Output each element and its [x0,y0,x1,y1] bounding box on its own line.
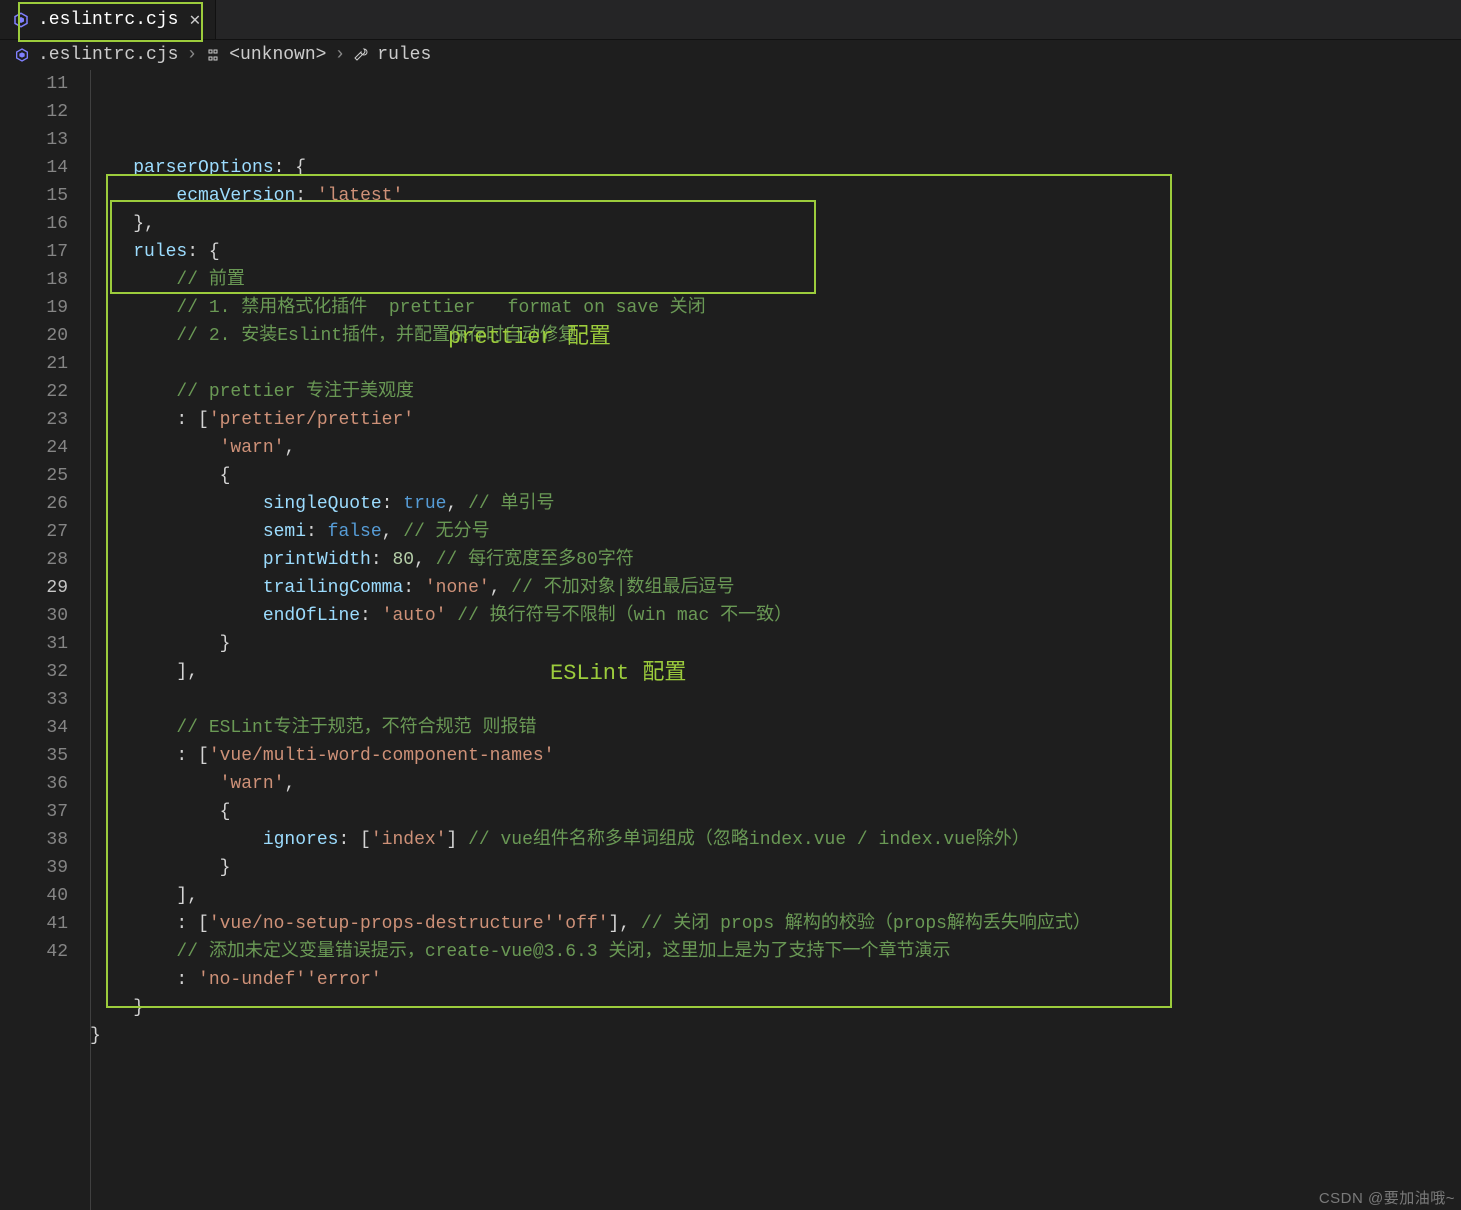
code-line-33: 'warn', [90,770,1461,798]
line-number: 34 [0,714,68,742]
line-number: 23 [0,406,68,434]
line-number: 22 [0,378,68,406]
code-line-34: { [90,798,1461,826]
line-number: 39 [0,854,68,882]
line-number: 36 [0,770,68,798]
chevron-right-icon: › [186,45,197,65]
line-number: 38 [0,826,68,854]
line-number: 24 [0,434,68,462]
line-number: 35 [0,742,68,770]
breadcrumb-prop[interactable]: rules [377,45,431,65]
annotation-eslint-label: ESLint 配置 [550,654,686,686]
line-number: 14 [0,154,68,182]
code-line-13: }, [90,210,1461,238]
code-line-26: trailingComma: 'none', // 不加对象|数组最后逗号 [90,574,1461,602]
code-line-12: ecmaVersion: 'latest' [90,182,1461,210]
line-number: 21 [0,350,68,378]
line-number: 12 [0,98,68,126]
code-line-17: // 2. 安装Eslint插件，并配置保存时自动修复 [90,322,1461,350]
code-line-30 [90,686,1461,714]
code-line-39: // 添加未定义变量错误提示，create-vue@3.6.3 关闭，这里加上是… [90,938,1461,966]
breadcrumb-scope[interactable]: <unknown> [229,45,326,65]
line-number: 16 [0,210,68,238]
annotation-prettier-label: prettier 配置 [448,318,611,350]
code-area[interactable]: parserOptions: { ecmaVersion: 'latest' }… [90,70,1461,1210]
line-number: 15 [0,182,68,210]
close-icon[interactable]: ✕ [186,9,203,31]
code-line-41: } [90,994,1461,1022]
code-line-22: { [90,462,1461,490]
line-number: 20 [0,322,68,350]
line-number: 31 [0,630,68,658]
line-number: 26 [0,490,68,518]
code-line-27: endOfLine: 'auto' // 换行符号不限制（win mac 不一致… [90,602,1461,630]
code-line-42: } [90,1022,1461,1050]
line-number: 30 [0,602,68,630]
code-line-32: : ['vue/multi-word-component-names' [90,742,1461,770]
editor-tabs: .eslintrc.cjs ✕ [0,0,1461,40]
line-number: 19 [0,294,68,322]
line-number: 11 [0,70,68,98]
line-number: 32 [0,658,68,686]
watermark: CSDN @要加油哦~ [1319,1187,1455,1208]
code-line-23: singleQuote: true, // 单引号 [90,490,1461,518]
line-gutter: 1112131415161718192021222324252627282930… [0,70,90,1210]
code-line-21: 'warn', [90,434,1461,462]
line-number: 41 [0,910,68,938]
line-number: 18 [0,266,68,294]
code-line-31: // ESLint专注于规范，不符合规范 则报错 [90,714,1461,742]
eslint-icon [12,11,30,29]
code-line-18 [90,350,1461,378]
tab-filename: .eslintrc.cjs [38,10,178,30]
code-line-20: : ['prettier/prettier' [90,406,1461,434]
code-line-28: } [90,630,1461,658]
line-number: 25 [0,462,68,490]
code-line-37: ], [90,882,1461,910]
code-line-29: ], [90,658,1461,686]
code-line-19: // prettier 专注于美观度 [90,378,1461,406]
line-number: 13 [0,126,68,154]
breadcrumb[interactable]: .eslintrc.cjs › <unknown> › rules [0,40,1461,70]
tab-eslintrc[interactable]: .eslintrc.cjs ✕ [0,0,216,39]
code-line-24: semi: false, // 无分号 [90,518,1461,546]
code-line-35: ignores: ['index'] // vue组件名称多单词组成（忽略ind… [90,826,1461,854]
line-number: 28 [0,546,68,574]
code-line-15: // 前置 [90,266,1461,294]
line-number: 17 [0,238,68,266]
code-line-25: printWidth: 80, // 每行宽度至多80字符 [90,546,1461,574]
line-number: 40 [0,882,68,910]
eslint-icon [14,47,30,63]
code-line-11: parserOptions: { [90,154,1461,182]
code-line-16: // 1. 禁用格式化插件 prettier format on save 关闭 [90,294,1461,322]
namespace-icon [205,47,221,63]
line-number: 33 [0,686,68,714]
code-line-36: } [90,854,1461,882]
breadcrumb-file[interactable]: .eslintrc.cjs [38,45,178,65]
line-number: 29 [0,574,68,602]
code-line-38: : ['vue/no-setup-props-destructure''off'… [90,910,1461,938]
chevron-right-icon: › [334,45,345,65]
wrench-icon [353,47,369,63]
code-line-14: rules: { [90,238,1461,266]
code-line-40: : 'no-undef''error' [90,966,1461,994]
line-number: 42 [0,938,68,966]
line-number: 27 [0,518,68,546]
line-number: 37 [0,798,68,826]
code-editor[interactable]: 1112131415161718192021222324252627282930… [0,70,1461,1210]
